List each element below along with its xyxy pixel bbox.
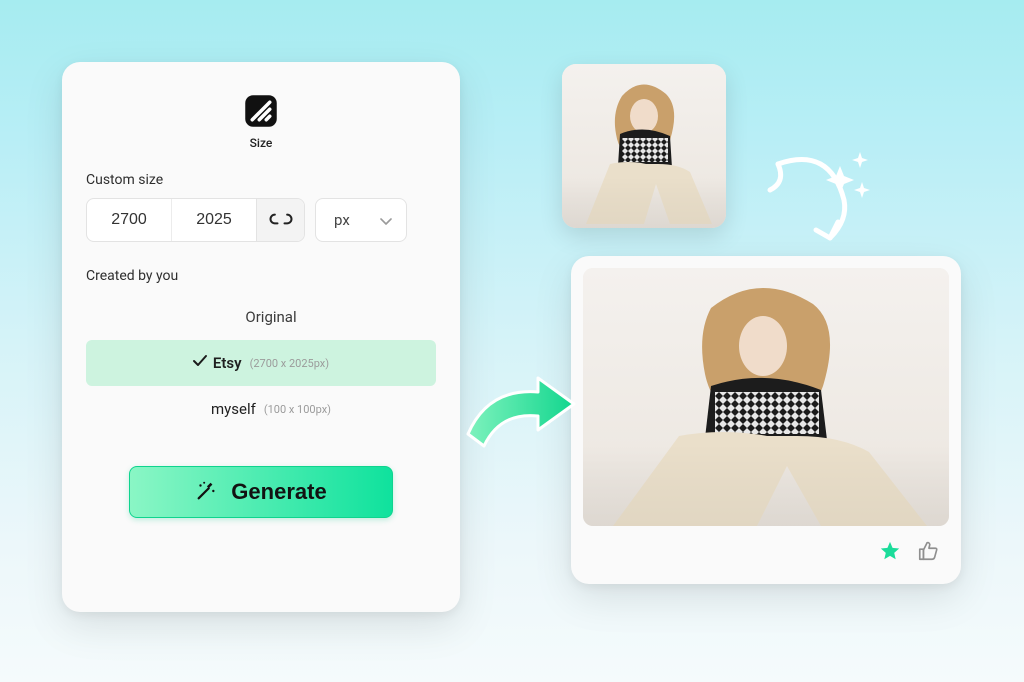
aspect-lock-toggle[interactable] — [256, 199, 304, 241]
size-panel: Size Custom size px Created by yo — [62, 62, 460, 612]
unit-dropdown[interactable]: px — [315, 198, 407, 242]
panel-title: Size — [250, 136, 273, 150]
arrow-right-icon — [460, 364, 580, 454]
panel-header: Size — [86, 88, 436, 150]
created-by-label: Created by you — [86, 268, 436, 284]
preset-dimensions: (100 x 100px) — [264, 403, 331, 416]
generate-button[interactable]: Generate — [129, 466, 393, 518]
result-image — [583, 268, 949, 526]
preset-name: myself — [211, 400, 256, 418]
result-actions — [583, 526, 949, 580]
preset-dimensions: (2700 x 2025px) — [250, 357, 330, 370]
width-input[interactable] — [87, 199, 171, 241]
unit-label: px — [334, 211, 350, 229]
custom-size-label: Custom size — [86, 172, 436, 188]
check-icon — [192, 353, 208, 373]
arrow-curve-icon — [752, 142, 872, 262]
sparkles-icon — [816, 148, 876, 208]
height-input[interactable] — [172, 199, 256, 241]
preset-myself[interactable]: myself (100 x 100px) — [86, 386, 436, 432]
thumbs-up-icon — [917, 540, 939, 562]
link-icon — [267, 211, 295, 230]
preset-original[interactable]: Original — [86, 294, 436, 340]
chevron-down-icon — [380, 211, 392, 230]
preset-name: Original — [245, 308, 296, 326]
generate-label: Generate — [231, 479, 326, 505]
source-thumbnail — [562, 64, 726, 228]
dimension-group — [86, 198, 305, 242]
result-card — [571, 256, 961, 584]
like-button[interactable] — [917, 540, 939, 566]
dimension-row: px — [86, 198, 436, 242]
preset-list: Original Etsy (2700 x 2025px) myself (10… — [86, 294, 436, 432]
thumbnail-image — [562, 64, 726, 228]
favorite-button[interactable] — [879, 540, 901, 566]
preset-etsy[interactable]: Etsy (2700 x 2025px) — [86, 340, 436, 386]
star-icon — [879, 540, 901, 562]
size-icon — [238, 88, 284, 134]
wand-icon — [195, 480, 217, 505]
preset-name: Etsy — [213, 354, 242, 372]
